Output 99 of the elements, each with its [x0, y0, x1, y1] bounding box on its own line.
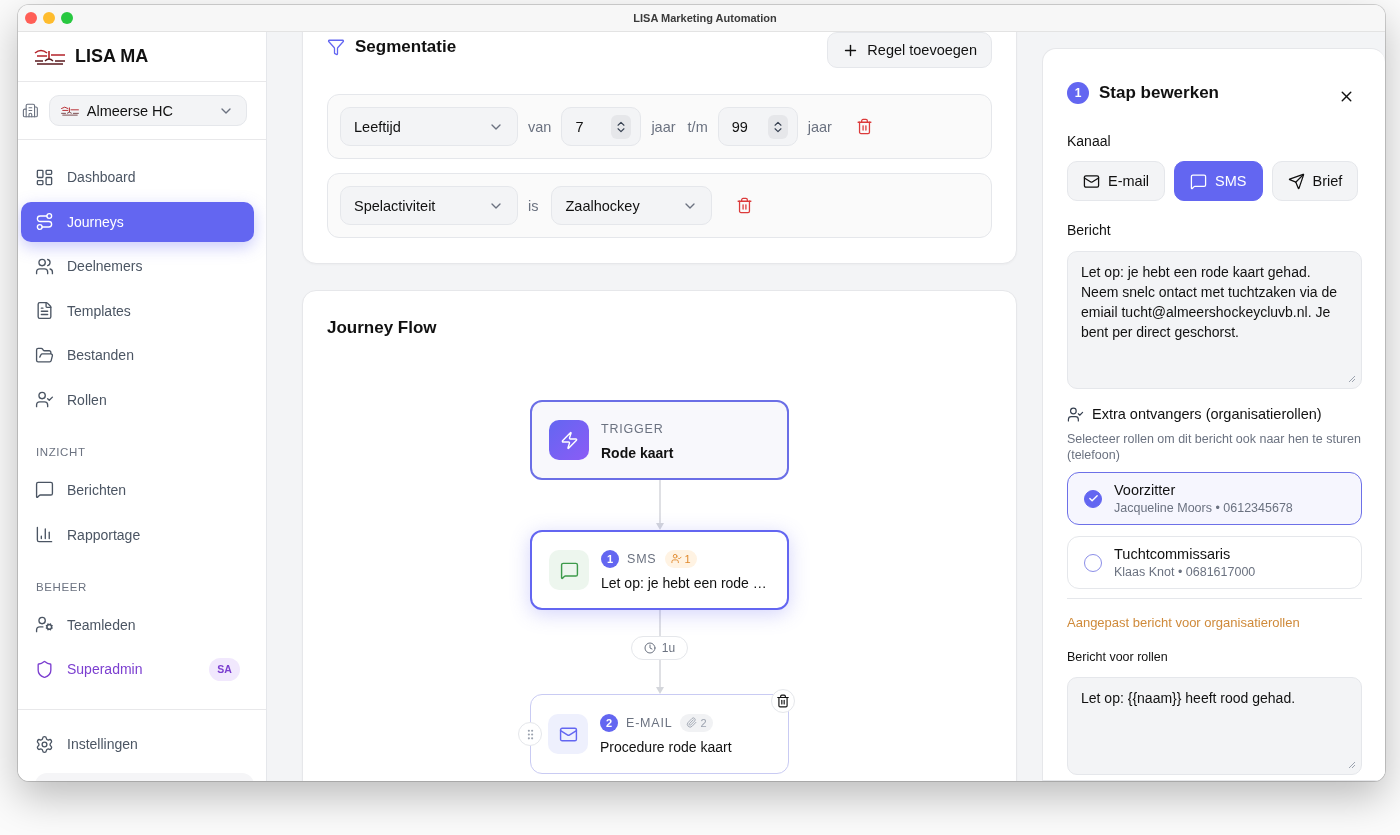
section-label: Extra ontvangers (organisatierollen) [1092, 406, 1322, 422]
nav-item[interactable]: Templates [21, 290, 254, 331]
chat-bubble-icon [1190, 172, 1208, 190]
resize-grip-icon [1348, 375, 1356, 383]
role-badge: SA [209, 657, 240, 681]
section-title: Segmentatie [355, 36, 457, 58]
rule-label: jaar [807, 118, 832, 135]
role-contact: Jacqueline Moors • 0612345678 [1114, 501, 1293, 515]
number-input[interactable]: 99 [717, 107, 798, 146]
close-button[interactable] [25, 12, 37, 24]
channel-button[interactable]: E-mail [1067, 161, 1166, 201]
drag-handle[interactable] [518, 722, 542, 746]
rule-label: is [528, 197, 539, 214]
step-badge: 1 [1067, 82, 1089, 104]
nav-item[interactable]: Bestanden [21, 335, 254, 376]
count-text: 2 [700, 716, 707, 729]
rule-label: jaar [651, 118, 676, 135]
connector-line [658, 610, 661, 636]
trash-icon[interactable] [855, 118, 873, 135]
mail-icon [548, 714, 588, 754]
connector-arrow [654, 660, 665, 694]
chat-bubble-icon [35, 480, 54, 500]
node-title: Rode kaart [601, 444, 674, 461]
shield-icon [35, 659, 54, 679]
stepper-icon [767, 114, 788, 139]
node-title: Let op: je hebt een rode … [601, 574, 767, 591]
role-name: Voorzitter [1114, 482, 1177, 498]
user-check-icon [35, 390, 54, 410]
add-rule-button[interactable]: Regel toevoegen [827, 32, 992, 68]
channel-button[interactable]: Brief [1271, 161, 1359, 201]
hint-text: Selecteer rollen om dit bericht ook naar hen te sturen (telefoon) [1067, 432, 1362, 463]
nav-item[interactable]: Superadmin SA [21, 649, 254, 690]
node-title: Procedure rode kaart [600, 738, 732, 755]
node-type-label: SMS [627, 551, 657, 566]
section-title: Journey Flow [327, 317, 438, 339]
count-text: 1 [684, 552, 691, 565]
filter-icon [327, 38, 345, 56]
nav-section-heading: BEHEER [35, 579, 88, 595]
trash-icon[interactable] [736, 197, 754, 214]
flow-node[interactable]: 2 E-MAIL 2 Procedure rode kaart [530, 694, 789, 774]
step-badge: 1 [601, 549, 619, 568]
bar-chart-icon [35, 525, 54, 545]
flow-node[interactable]: 1 SMS 1 Let op: je hebt een rode … [530, 530, 789, 610]
roles-message-field[interactable]: Let op: {{naam}} heeft rood gehad. [1067, 677, 1362, 775]
chat-bubble-icon [549, 550, 589, 590]
field-label: Bericht voor rollen [1067, 649, 1169, 666]
nav-item[interactable]: Instellingen [21, 724, 254, 764]
flow-node[interactable]: TRIGGER Rode kaart [530, 400, 789, 480]
user-check-icon [670, 553, 682, 564]
connector-arrow [654, 480, 665, 530]
clock-icon [643, 642, 656, 654]
nav-item[interactable]: Journeys [21, 201, 254, 242]
mail-icon [1083, 172, 1100, 190]
delete-step-button[interactable] [771, 689, 795, 713]
step-badge: 2 [600, 713, 618, 732]
nav-item[interactable]: Rapportage [21, 514, 254, 555]
app-name: LISA MA [75, 46, 149, 67]
role-option[interactable]: Tuchtcommissaris Klaas Knot • 0681617000 [1067, 536, 1362, 589]
channel-button[interactable]: SMS [1174, 161, 1263, 201]
delay-text: 1u [661, 641, 676, 655]
nav-item[interactable]: Rollen [21, 379, 254, 420]
role-contact: Klaas Knot • 0681617000 [1114, 565, 1256, 579]
paper-plane-icon [1287, 172, 1305, 190]
value-select[interactable]: Zaalhockey [551, 186, 713, 225]
field-label: Bericht [1067, 221, 1112, 239]
nav-item[interactable]: Dashboard [21, 157, 254, 197]
org-select[interactable]: Almeerse HC [48, 95, 247, 126]
user-gear-icon [35, 615, 54, 635]
nav-section-heading: INZICHT [35, 444, 87, 460]
rule-label: t/m [687, 118, 708, 135]
paperclip-icon [686, 717, 698, 728]
route-icon [35, 212, 54, 232]
panel-title: Stap bewerken [1099, 83, 1220, 103]
resize-grip-icon [1348, 761, 1356, 769]
building-icon [22, 102, 39, 119]
nav-item[interactable]: Berichten [21, 469, 254, 510]
field-label: Kanaal [1067, 132, 1112, 150]
user-check-icon [1067, 405, 1084, 423]
stepper-icon [611, 114, 632, 139]
club-logo-icon [59, 104, 80, 117]
role-option[interactable]: Voorzitter Jacqueline Moors • 0612345678 [1067, 472, 1362, 525]
message-field[interactable]: Let op: je hebt een rode kaart gehad. Neem snelc ontact met tuchtzaken via de emiail tucht@almeershockeycluvb.nl. Je bent per direct geschorst. [1067, 251, 1362, 389]
role-name: Tuchtcommissaris [1114, 546, 1232, 562]
nav-item[interactable]: Deelnemers [21, 246, 254, 287]
layout-grid-icon [35, 167, 54, 187]
trash-icon [776, 694, 790, 708]
node-type-label: E-MAIL [626, 715, 673, 730]
users-icon [35, 256, 54, 276]
folder-icon [35, 345, 54, 365]
lightning-icon [549, 420, 589, 460]
window-title: LISA Marketing Automation [633, 12, 777, 24]
node-type-label: TRIGGER [601, 421, 664, 436]
settings-icon [35, 734, 54, 754]
document-icon [35, 301, 54, 321]
field-select[interactable]: Spelactiviteit [340, 186, 518, 225]
nav-item[interactable]: Teamleden [21, 604, 254, 645]
number-input[interactable]: 7 [561, 107, 642, 146]
rule-label: van [528, 118, 552, 135]
field-select[interactable]: Leeftijd [340, 107, 518, 146]
